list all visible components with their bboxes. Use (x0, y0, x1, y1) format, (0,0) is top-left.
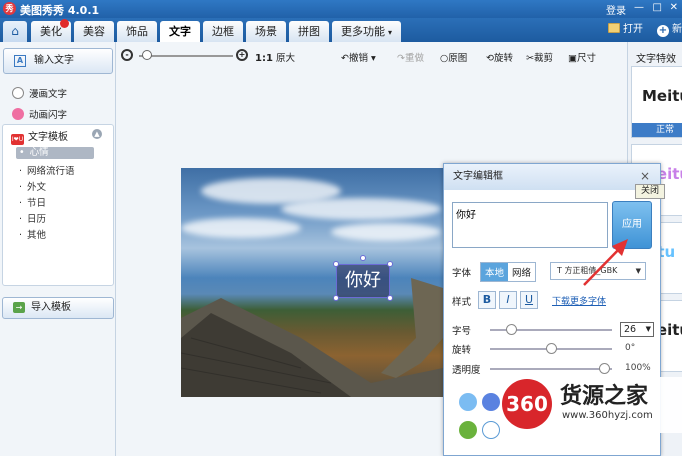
watermark-name: 货源之家 (560, 384, 649, 409)
watermark-url: www.360hyzj.com (562, 410, 653, 421)
watermark: 360 货源之家 www.360hyzj.com (502, 377, 682, 433)
watermark-logo: 360 (502, 379, 552, 429)
close-tooltip: 关闭 (635, 184, 665, 199)
